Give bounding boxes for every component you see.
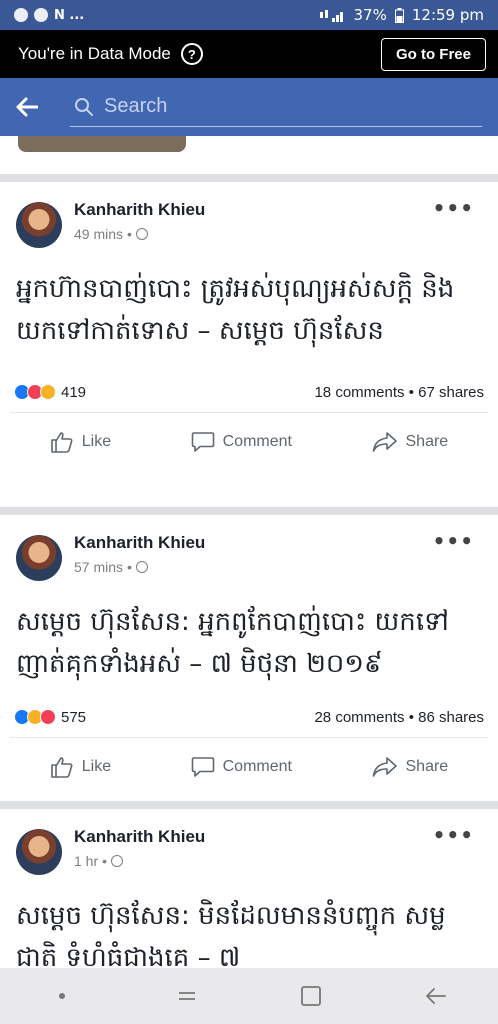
share-label: Share	[405, 432, 449, 450]
post: Kanharith Khieu 57 mins • ••• សម្តេច ហ៊ុ…	[0, 515, 498, 801]
news-feed[interactable]: Kanharith Khieu 49 mins • ••• អ្នកហ៊ានបា…	[0, 136, 498, 968]
comment-count: 28 comments	[314, 708, 405, 726]
post-stats: 575 28 comments • 86 shares	[0, 697, 498, 737]
messenger-icon-2	[34, 8, 48, 22]
reactions-summary[interactable]: 575	[14, 709, 86, 726]
share-count: 67 shares	[418, 383, 484, 401]
back-arrow-icon[interactable]	[16, 89, 52, 125]
back-icon	[425, 988, 446, 1004]
love-reaction-icon	[40, 709, 56, 725]
home-square-icon	[301, 986, 322, 1006]
post-actions: Like Comment Share	[10, 412, 488, 470]
search-input[interactable]: Search	[70, 87, 482, 127]
home-button[interactable]	[291, 976, 331, 1016]
thumbs-up-icon	[50, 431, 73, 453]
recent-apps-icon	[178, 992, 195, 1000]
post: Kanharith Khieu 1 hr • ••• សម្តេច ហ៊ុនសែ…	[0, 809, 498, 968]
more-options-icon[interactable]: •••	[433, 823, 474, 847]
help-icon[interactable]: ?	[180, 43, 203, 65]
wow-reaction-icon	[40, 384, 56, 400]
signal-icon	[319, 10, 343, 22]
post-text[interactable]: សម្តេច ហ៊ុនសែន: អ្នកពូកែបាញ់បោះ យកទៅញាត់…	[0, 593, 498, 685]
more-options-icon[interactable]: •••	[433, 529, 474, 553]
post-author[interactable]: Kanharith Khieu	[74, 827, 205, 847]
reactions-summary[interactable]: 419	[14, 384, 86, 401]
like-button[interactable]: Like	[50, 756, 111, 778]
previous-post-bottom	[0, 136, 498, 174]
like-button[interactable]: Like	[50, 431, 111, 453]
status-bar: N ... 37% 12:59 pm	[0, 0, 498, 30]
share-arrow-icon	[372, 756, 397, 777]
status-left-text: N ...	[54, 7, 85, 23]
post-author[interactable]: Kanharith Khieu	[74, 533, 205, 553]
comment-label: Comment	[222, 432, 292, 450]
search-header: Search	[0, 78, 498, 136]
share-count: 86 shares	[418, 708, 484, 726]
post-text[interactable]: អ្នកហ៊ានបាញ់បោះ ត្រូវអស់បុណ្យអស់សក្តិ និ…	[0, 260, 498, 352]
separator: •	[127, 226, 132, 242]
post-author[interactable]: Kanharith Khieu	[74, 200, 205, 220]
post-time-text: 57 mins	[74, 559, 124, 575]
globe-icon	[111, 855, 124, 867]
more-options-icon[interactable]: •••	[433, 196, 474, 220]
like-label: Like	[81, 757, 112, 775]
post: Kanharith Khieu 49 mins • ••• អ្នកហ៊ានបា…	[0, 182, 498, 507]
post-time[interactable]: 1 hr •	[74, 853, 205, 869]
battery-icon	[394, 7, 404, 23]
dot-button[interactable]	[42, 976, 82, 1016]
globe-icon	[135, 228, 148, 240]
go-to-free-button[interactable]: Go to Free	[380, 37, 486, 71]
search-placeholder: Search	[104, 95, 168, 117]
like-label: Like	[81, 432, 112, 450]
reaction-count: 419	[61, 383, 87, 401]
globe-icon	[135, 561, 148, 573]
share-button[interactable]: Share	[372, 756, 449, 778]
comment-label: Comment	[222, 757, 292, 775]
data-mode-text: You're in Data Mode	[18, 44, 171, 63]
separator: •	[408, 383, 414, 401]
share-arrow-icon	[372, 431, 397, 452]
share-label: Share	[405, 757, 449, 775]
notification-icons: N ...	[14, 8, 84, 23]
status-right: 37% 12:59 pm	[319, 6, 484, 24]
data-mode-banner: You're in Data Mode ? Go to Free	[0, 30, 498, 78]
avatar[interactable]	[16, 829, 62, 875]
reaction-count: 575	[61, 708, 87, 726]
post-time[interactable]: 49 mins •	[74, 226, 205, 242]
separator: •	[127, 559, 132, 575]
separator: •	[408, 708, 414, 726]
back-button[interactable]	[416, 976, 456, 1016]
post-stats: 419 18 comments • 67 shares	[0, 372, 498, 412]
avatar[interactable]	[16, 535, 62, 581]
post-text[interactable]: សម្តេច ហ៊ុនសែន: មិនដែលមាននំបញ្ចុក សម្លជា…	[0, 887, 498, 968]
recent-apps-button[interactable]	[167, 976, 207, 1016]
clock: 12:59 pm	[411, 6, 484, 24]
separator: •	[102, 853, 108, 869]
comment-icon	[191, 756, 214, 777]
comment-button[interactable]: Comment	[191, 431, 292, 453]
thumbs-up-icon	[50, 756, 73, 778]
post-actions: Like Comment Share	[10, 737, 488, 795]
post-time-text: 1 hr	[74, 853, 99, 869]
comment-count: 18 comments	[314, 383, 405, 401]
share-button[interactable]: Share	[372, 431, 449, 453]
comments-shares[interactable]: 18 comments • 67 shares	[314, 384, 484, 401]
system-navigation-bar	[0, 968, 498, 1024]
post-time[interactable]: 57 mins •	[74, 559, 205, 575]
battery-percent: 37%	[353, 6, 387, 24]
comment-button[interactable]: Comment	[191, 756, 292, 778]
comment-icon	[191, 431, 214, 452]
dot-icon	[59, 993, 66, 999]
search-icon	[75, 97, 93, 116]
previous-post-image[interactable]	[18, 136, 186, 152]
post-time-text: 49 mins	[74, 226, 124, 242]
messenger-icon	[14, 8, 28, 22]
avatar[interactable]	[16, 202, 62, 248]
comments-shares[interactable]: 28 comments • 86 shares	[314, 709, 484, 726]
